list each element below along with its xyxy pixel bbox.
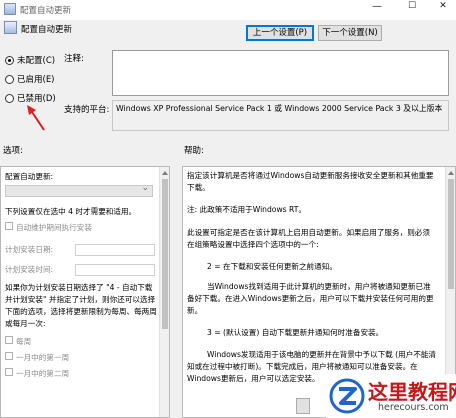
supported-platform-box: Windows XP Professional Service Pack 1 或… [112,100,449,131]
note-line-4: 或每月一次: [5,319,46,328]
window-title: 配置自动更新 [20,6,72,16]
options-scroll-thumb[interactable] [162,179,168,329]
radio-indicator[interactable] [5,55,14,65]
radio-label: 已启用(E) [17,75,55,85]
note-line-3: 下面的选项，选择将更新限制为每周、每两周 [5,307,157,316]
annotation-arrow-icon [27,105,45,131]
weekly-option[interactable]: 每周 [5,336,31,348]
help-paragraph: 注: 此政策不适用于Windows RT。 [187,205,306,214]
supported-platform-text: Windows XP Professional Service Pack 1 或… [116,104,443,113]
schedule-day-dropdown[interactable] [75,244,155,256]
next-setting-button[interactable]: 下一个设置(N) [318,25,382,41]
schedule-time-label: 计划安装时间: [5,265,54,274]
options-scrollbar[interactable] [159,167,169,417]
month-second-checkbox[interactable] [5,368,13,376]
month-first-option[interactable]: 一月中的第一周 [5,352,69,364]
comment-textarea[interactable] [112,50,449,96]
help-scroll-thumb[interactable] [448,179,454,289]
weekly-checkbox[interactable] [5,336,13,344]
ok-button[interactable] [296,398,310,414]
month-second-checkbox-label: 一月中的第二周 [16,369,70,378]
scroll-up-icon[interactable] [448,171,454,175]
setting-title: 配置自动更新 [21,25,73,35]
supported-label: 支持的平台: [64,105,110,115]
help-paragraph: 当Windows找到适用于此计算机的更新时，用户将被通知更新已准备好下载。在进入… [187,282,434,315]
configure-label: 配置自动更新: [5,172,54,181]
close-button[interactable]: ✕ [428,0,456,14]
watermark-logo-icon [329,378,365,414]
help-paragraph: 2 = 在下载和安装任何更新之前通知。 [207,262,337,271]
radio-indicator[interactable] [5,74,14,84]
maintenance-checkbox-label: 自动维护期间执行安装 [16,223,92,232]
help-paragraph: 指定该计算机是否将通过Windows自动更新服务接收安全更新和其他重要下载。 [187,171,434,192]
comment-label: 注释: [64,54,84,64]
radio-indicator[interactable] [5,93,14,103]
help-heading: 帮助: [184,146,204,156]
options-intro: 下列设置仅在选中 4 时才需要和适用。 [5,207,137,216]
radio-not-configured[interactable]: 未配置(C) [5,54,55,66]
radio-label: 已禁用(D) [17,94,56,104]
radio-label: 未配置(C) [17,56,56,66]
help-paragraph: 此设置可指定是否在该计算机上启用自动更新。如果启用了服务，则必须在组策略设置中选… [187,228,430,249]
options-heading: 选项: [3,146,23,156]
note-line-1: 如果你为计划安装日期选择了 "4 - 自动下载 [5,283,153,292]
watermark: 这里教程网 herecours.com [326,374,456,418]
maintenance-option[interactable]: 自动维护期间执行安装 [5,222,92,234]
policy-app-icon [4,3,16,15]
radio-enabled[interactable]: 已启用(E) [5,73,55,85]
maintenance-checkbox[interactable] [5,222,13,230]
window-title-bar: 配置自动更新 — ☐ ✕ [0,0,456,20]
schedule-day-label: 计划安装日期: [5,245,54,254]
help-paragraph: 3 = (默认设置) 自动下载更新并通知何时准备安装。 [207,328,384,337]
weekly-checkbox-label: 每周 [16,337,32,346]
watermark-url: herecours.com [378,402,449,413]
radio-disabled[interactable]: 已禁用(D) [5,92,56,104]
scroll-up-icon[interactable] [162,171,168,175]
note-line-2: 并计划安装" 并指定了计划，则你还可以选择 [5,295,156,304]
minimize-button[interactable]: — [362,0,392,14]
prev-setting-button[interactable]: 上一个设置(P) [246,25,314,41]
schedule-time-dropdown[interactable] [75,264,155,276]
configure-dropdown[interactable] [5,183,153,197]
maximize-button[interactable]: ☐ [397,0,427,14]
month-first-checkbox[interactable] [5,352,13,360]
setting-icon [4,21,17,34]
options-panel: 配置自动更新: 下列设置仅在选中 4 时才需要和适用。 自动维护期间执行安装 计… [0,166,170,418]
watermark-title: 这里教程网 [368,380,456,404]
month-first-checkbox-label: 一月中的第一周 [16,353,70,362]
month-second-option[interactable]: 一月中的第二周 [5,368,69,380]
